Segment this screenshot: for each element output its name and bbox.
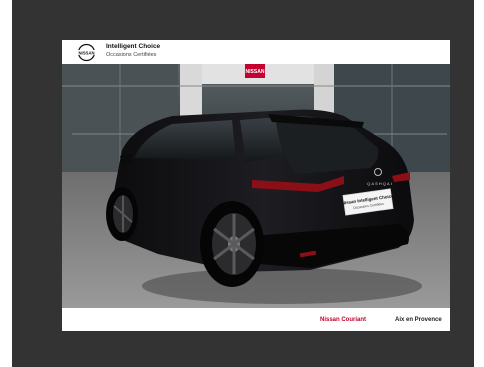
side-mirror bbox=[120, 154, 132, 166]
header-bar: NISSAN Intelligent Choice Occasions Cert… bbox=[62, 40, 450, 64]
front-wheel bbox=[106, 187, 138, 241]
dealer-location: Aix en Provence bbox=[395, 317, 442, 323]
dealer-name: Nissan Couriant bbox=[320, 317, 367, 323]
car-photo: NISSAN QASHQAI Nissan Intelligent Choice… bbox=[62, 64, 450, 308]
image-frame: NISSAN Intelligent Choice Occasions Cert… bbox=[12, 0, 474, 367]
tailgate-badge: QASHQAI bbox=[367, 181, 393, 186]
brand-title: Intelligent Choice bbox=[106, 43, 161, 50]
nissan-logo-icon: NISSAN bbox=[76, 43, 97, 62]
brand-subtitle: Occasions Certifiées bbox=[106, 52, 157, 58]
listing-card: NISSAN Intelligent Choice Occasions Cert… bbox=[62, 40, 450, 331]
svg-text:NISSAN: NISSAN bbox=[78, 50, 94, 55]
store-sign-text: NISSAN bbox=[246, 69, 265, 75]
footer-bar: Nissan Couriant Aix en Provence bbox=[62, 308, 450, 331]
rear-wheel bbox=[200, 201, 264, 287]
